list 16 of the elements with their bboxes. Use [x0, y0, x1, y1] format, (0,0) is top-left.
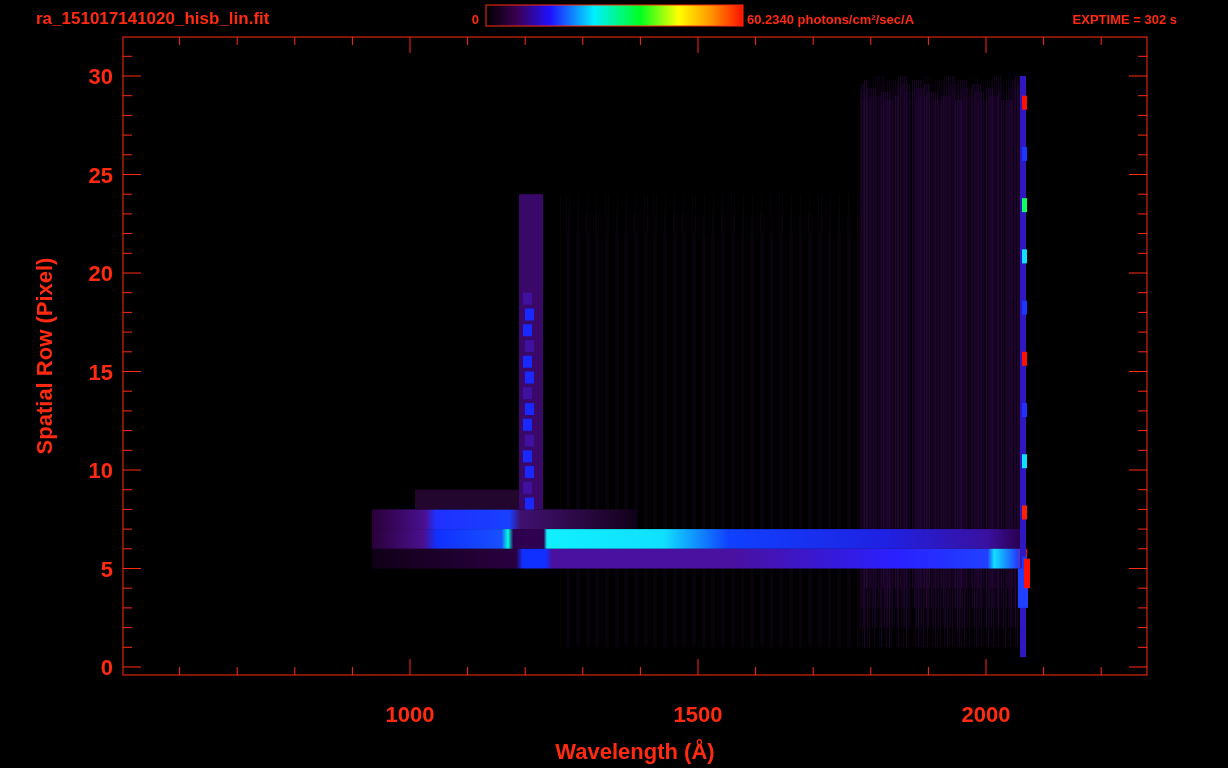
y-tick-label: 5	[100, 556, 113, 582]
y-tick-label: 15	[88, 359, 113, 385]
y-tick-label: 10	[88, 458, 113, 483]
x-tick-label: 2000	[961, 702, 1011, 727]
y-tick-label: 0	[100, 655, 113, 680]
y-axis-title: Spatial Row (Pixel)	[32, 257, 57, 455]
colorbar-max-label: 60.2340 photons/cm$^{2}$/sec/A	[747, 12, 915, 27]
y-tick-label: 30	[88, 64, 113, 89]
x-tick-label: 1500	[673, 702, 723, 727]
y-tick-label: 20	[88, 261, 113, 286]
x-axis-title: Wavelength (Å)	[555, 739, 715, 764]
exposure-time-label: EXPTIME = 302 s	[1072, 12, 1177, 27]
colorbar-min-label: 0	[471, 12, 479, 27]
y-tick-label: 25	[88, 162, 113, 188]
x-tick-label: 1000	[385, 702, 435, 727]
file-name-title: ra_151017141020_hisb_lin.fit	[36, 9, 270, 28]
